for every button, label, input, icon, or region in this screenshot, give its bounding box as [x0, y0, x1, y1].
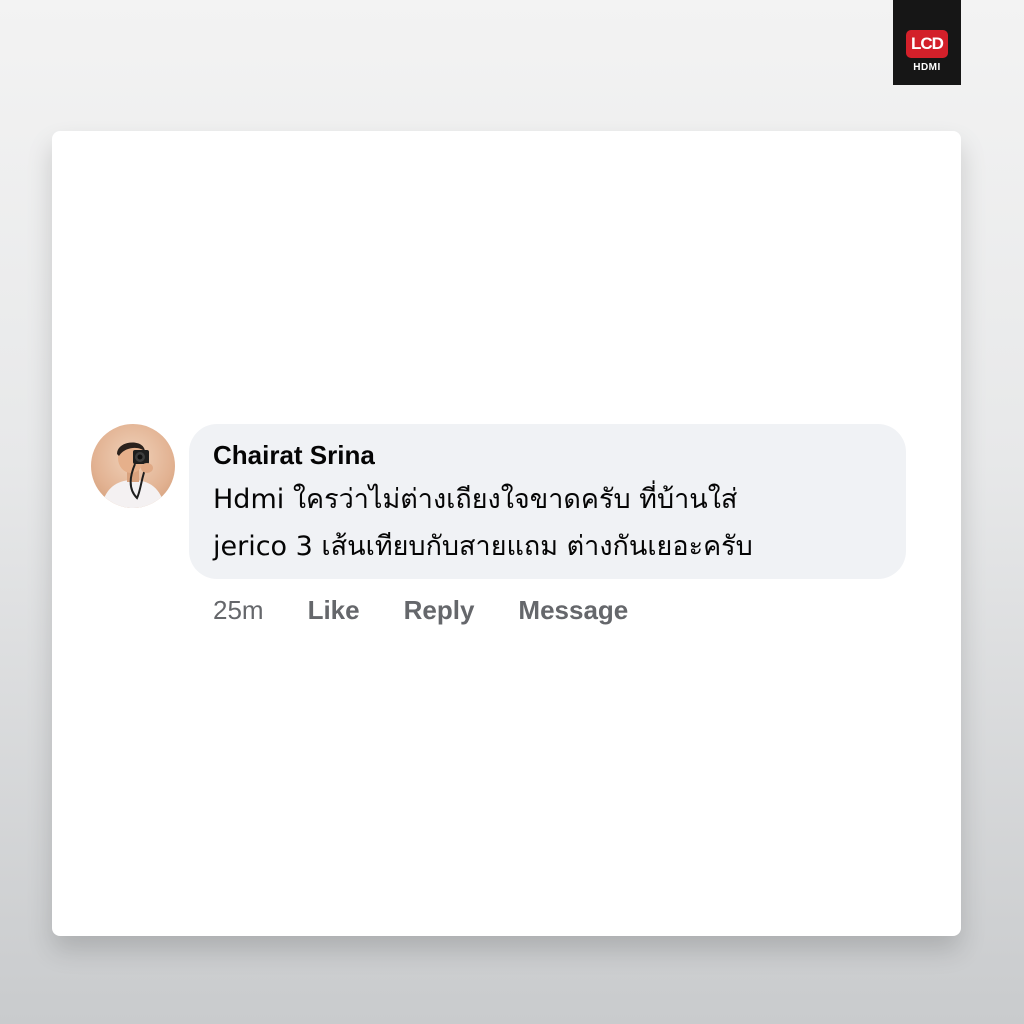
logo-mark: LCD: [906, 30, 948, 58]
comment-timestamp[interactable]: 25m: [213, 595, 264, 626]
comment-author[interactable]: Chairat Srina: [213, 438, 882, 472]
reply-button[interactable]: Reply: [404, 595, 475, 626]
message-button[interactable]: Message: [518, 595, 628, 626]
user-avatar-icon: [101, 442, 165, 508]
brand-logo: LCD HDMI: [893, 0, 961, 85]
comment-bubble: Chairat Srina Hdmi ใครว่าไม่ต่างเถียงใจข…: [189, 424, 906, 579]
comment-text-line-1: Hdmi ใครว่าไม่ต่างเถียงใจขาดครับ ที่บ้าน…: [213, 484, 738, 515]
avatar[interactable]: [91, 424, 175, 508]
comment-actions: 25m Like Reply Message: [213, 592, 628, 628]
comment-text-line-2: jerico 3 เส้นเทียบกับสายแถม ต่างกันเยอะค…: [213, 531, 753, 562]
logo-subtitle: HDMI: [913, 62, 941, 73]
comment-text: Hdmi ใครว่าไม่ต่างเถียงใจขาดครับ ที่บ้าน…: [213, 476, 882, 570]
like-button[interactable]: Like: [308, 595, 360, 626]
